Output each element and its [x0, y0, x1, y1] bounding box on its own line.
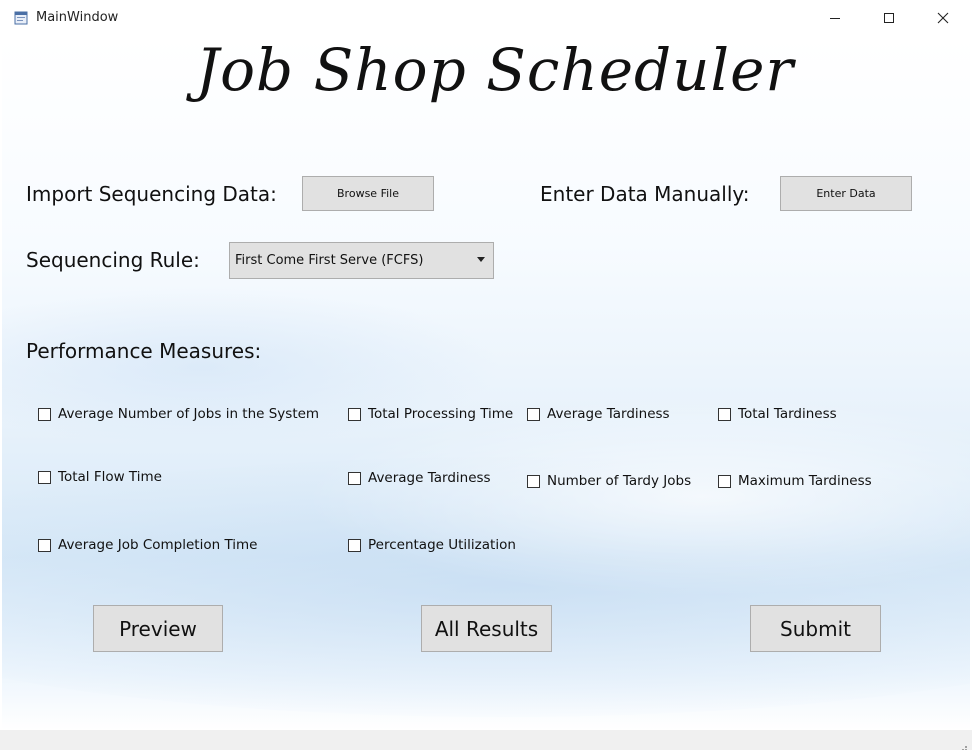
checkbox-label: Number of Tardy Jobs	[547, 473, 692, 489]
maximize-button[interactable]	[866, 0, 912, 36]
performance-measures-heading: Performance Measures:	[26, 339, 262, 363]
checkbox-label: Maximum Tardiness	[738, 473, 872, 489]
checkbox-avg-job-completion-time[interactable]: Average Job Completion Time	[38, 537, 257, 553]
checkbox-box[interactable]	[348, 407, 361, 421]
checkbox-box[interactable]	[718, 474, 731, 488]
browse-file-button[interactable]: Browse File	[302, 176, 434, 211]
checkbox-box[interactable]	[527, 474, 540, 488]
checkbox-maximum-tardiness[interactable]: Maximum Tardiness	[718, 473, 872, 489]
checkbox-average-tardiness[interactable]: Average Tardiness	[527, 406, 670, 422]
checkbox-number-of-tardy-jobs[interactable]: Number of Tardy Jobs	[527, 473, 691, 489]
main-window: MainWindow Job Shop Scheduler Import Seq…	[0, 0, 972, 750]
checkbox-label: Percentage Utilization	[368, 537, 516, 553]
checkbox-label: Average Job Completion Time	[58, 537, 258, 553]
title-bar: MainWindow	[0, 0, 972, 36]
maximize-icon	[883, 9, 895, 28]
manual-entry-label: Enter Data Manually:	[540, 182, 750, 206]
checkbox-box[interactable]	[38, 470, 51, 484]
status-bar	[0, 730, 972, 750]
sequencing-rule-select[interactable]: First Come First Serve (FCFS)	[229, 242, 494, 279]
checkbox-box[interactable]	[348, 538, 361, 552]
background-wave-3	[2, 287, 502, 447]
all-results-button[interactable]: All Results	[421, 605, 552, 652]
checkbox-box[interactable]	[38, 407, 51, 421]
sequencing-rule-label: Sequencing Rule:	[26, 248, 200, 272]
checkbox-total-tardiness[interactable]: Total Tardiness	[718, 406, 837, 422]
window-title: MainWindow	[36, 10, 119, 25]
submit-button[interactable]: Submit	[750, 605, 881, 652]
checkbox-label: Total Processing Time	[368, 406, 514, 422]
chevron-down-icon	[477, 257, 485, 262]
checkbox-total-flow-time[interactable]: Total Flow Time	[38, 469, 162, 485]
close-button[interactable]	[920, 0, 966, 36]
checkbox-label: Average Tardiness	[368, 470, 491, 486]
page-title: Job Shop Scheduler	[195, 36, 795, 104]
checkbox-label: Average Number of Jobs in the System	[58, 406, 320, 422]
preview-button[interactable]: Preview	[93, 605, 223, 652]
checkbox-avg-jobs-in-system[interactable]: Average Number of Jobs in the System	[38, 406, 319, 422]
checkbox-percentage-utilization[interactable]: Percentage Utilization	[348, 537, 516, 553]
app-window-icon	[14, 10, 28, 25]
checkbox-box[interactable]	[348, 471, 361, 485]
background-wave-2	[302, 397, 970, 597]
checkbox-box[interactable]	[38, 538, 51, 552]
sequencing-rule-value: First Come First Serve (FCFS)	[235, 253, 424, 268]
checkbox-label: Total Tardiness	[738, 406, 837, 422]
close-icon	[937, 9, 949, 28]
background-wave	[2, 457, 970, 717]
checkbox-average-tardiness-2[interactable]: Average Tardiness	[348, 470, 491, 486]
enter-data-button[interactable]: Enter Data	[780, 176, 912, 211]
checkbox-box[interactable]	[527, 407, 540, 421]
import-label: Import Sequencing Data:	[26, 182, 277, 206]
checkbox-label: Average Tardiness	[547, 406, 670, 422]
checkbox-box[interactable]	[718, 407, 731, 421]
checkbox-total-processing-time[interactable]: Total Processing Time	[348, 406, 513, 422]
minimize-icon	[829, 9, 841, 28]
resize-grip-icon[interactable]	[958, 737, 968, 750]
checkbox-label: Total Flow Time	[58, 469, 162, 485]
minimize-button[interactable]	[812, 0, 858, 36]
